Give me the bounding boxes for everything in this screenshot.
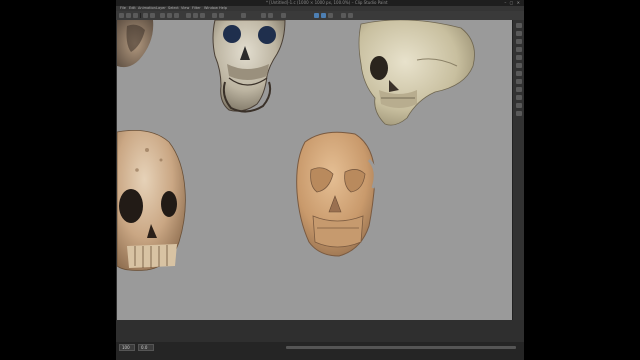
drawing-canvas[interactable] [117,20,512,320]
dock-color-icon[interactable] [516,39,522,44]
brush-tool-icon[interactable] [314,13,319,18]
snap-grid-icon[interactable] [219,13,224,18]
right-dock-panel [512,20,524,320]
snap-ruler-icon[interactable] [212,13,217,18]
zoom-value: 100 [122,345,130,350]
dock-brush-size-icon[interactable] [516,79,522,84]
redo-icon[interactable] [150,13,155,18]
dock-layer-icon[interactable] [516,31,522,36]
angle-field[interactable]: 0.0 [138,344,154,351]
dock-sub-tool-icon[interactable] [516,71,522,76]
dock-info-icon[interactable] [516,95,522,100]
rotate-icon[interactable] [281,13,286,18]
dock-navigator-icon[interactable] [516,23,522,28]
skull-center [296,131,377,257]
canvas-bottom-area [116,320,524,342]
dock-color-set-icon[interactable] [516,87,522,92]
undo-icon[interactable] [143,13,148,18]
skull-corner-fragment [117,20,154,68]
layer-property-icon[interactable] [341,13,346,18]
dock-settings-icon[interactable] [516,111,522,116]
new-file-icon[interactable] [119,13,124,18]
transform-icon[interactable] [174,13,179,18]
canvas-artwork [117,20,475,271]
toolbar-divider [140,13,141,18]
zoom-field[interactable]: 100 [119,344,135,351]
selection-area-icon[interactable] [200,13,205,18]
dock-tool-property-icon[interactable] [516,63,522,68]
horizontal-scrollbar[interactable] [286,346,516,349]
angle-value: 0.0 [141,345,148,350]
hand-icon[interactable] [268,13,273,18]
dock-search-icon[interactable] [516,103,522,108]
pen-tool-icon[interactable] [321,13,326,18]
save-icon[interactable] [133,13,138,18]
open-file-icon[interactable] [126,13,131,18]
skull-top-center [212,20,286,113]
skull-top-right [358,20,475,126]
fill-icon[interactable] [167,13,172,18]
invert-selection-icon[interactable] [193,13,198,18]
dock-material-icon[interactable] [516,55,522,60]
app-window: * [Untitled]-1.c (1000 × 1000 px, 100.0%… [116,0,524,360]
eraser-tool-icon[interactable] [328,13,333,18]
dock-history-icon[interactable] [516,47,522,52]
deselect-icon[interactable] [186,13,191,18]
eyedropper-icon[interactable] [261,13,266,18]
color-icon[interactable] [348,13,353,18]
status-bar: 100 0.0 [116,342,524,360]
skull-left-partial [117,129,186,271]
snap-special-ruler-icon[interactable] [241,13,246,18]
clear-icon[interactable] [160,13,165,18]
